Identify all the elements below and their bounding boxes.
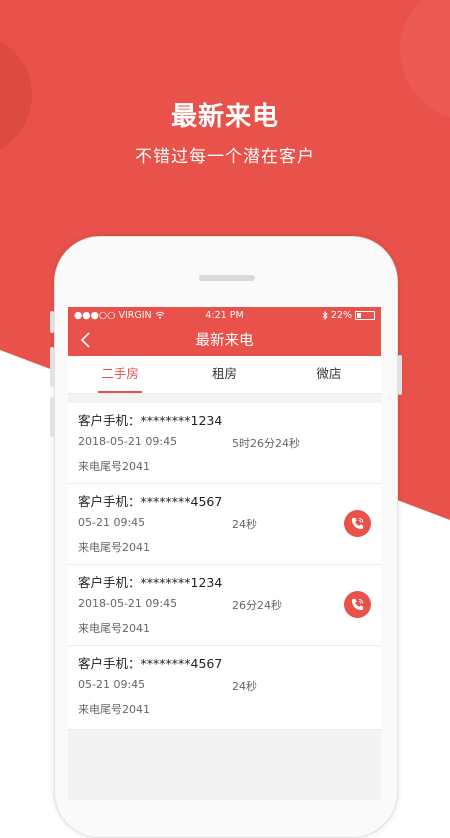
call-button[interactable] bbox=[344, 510, 371, 537]
phone-power-button bbox=[398, 355, 402, 395]
call-datetime: 2018-05-21 09:45 bbox=[78, 597, 178, 610]
nav-title: 最新来电 bbox=[195, 333, 254, 349]
phone-icon bbox=[351, 598, 364, 611]
tab-rent[interactable]: 租房 bbox=[172, 356, 276, 393]
phone-speaker bbox=[199, 275, 255, 281]
call-tail-number: 来电尾号2041 bbox=[78, 460, 150, 473]
call-datetime: 05-21 09:45 bbox=[78, 516, 146, 529]
customer-phone: 客户手机：********4567 bbox=[78, 656, 223, 671]
customer-phone: 客户手机：********4567 bbox=[78, 494, 223, 509]
status-bar: ●●●○○ VIRGIN 4:21 PM 22% bbox=[68, 307, 381, 323]
call-tail-number: 来电尾号2041 bbox=[78, 622, 150, 635]
call-tail-number: 来电尾号2041 bbox=[78, 541, 150, 554]
tab-second-hand[interactable]: 二手房 bbox=[68, 356, 172, 393]
battery-icon bbox=[355, 310, 375, 320]
phone-volume-up-button bbox=[50, 347, 54, 387]
call-item[interactable]: 客户手机：********4567 05-21 09:45 24秒 来电尾号204… bbox=[68, 484, 381, 565]
call-item[interactable]: 客户手机：********1234 2018-05-21 09:45 26分24秒… bbox=[68, 565, 381, 646]
back-icon[interactable] bbox=[76, 330, 96, 350]
call-list: 客户手机：********1234 2018-05-21 09:45 5时26分2… bbox=[68, 403, 381, 730]
call-duration: 24秒 bbox=[232, 680, 257, 693]
app-screen: ●●●○○ VIRGIN 4:21 PM 22% 最新来电 二手房 租房 微店 bbox=[68, 307, 381, 800]
customer-phone: 客户手机：********1234 bbox=[78, 575, 223, 590]
hero-title: 最新来电 bbox=[170, 102, 279, 132]
call-button[interactable] bbox=[344, 591, 371, 618]
wifi-icon bbox=[155, 311, 164, 319]
call-duration: 26分24秒 bbox=[232, 599, 282, 612]
phone-volume-down-button bbox=[50, 397, 54, 437]
call-datetime: 05-21 09:45 bbox=[78, 678, 146, 691]
phone-icon bbox=[351, 517, 364, 530]
customer-phone: 客户手机：********1234 bbox=[78, 413, 223, 428]
call-duration: 24秒 bbox=[232, 518, 257, 531]
call-item[interactable]: 客户手机：********4567 05-21 09:45 24秒 来电尾号204… bbox=[68, 646, 381, 730]
tab-bar: 二手房 租房 微店 bbox=[68, 356, 381, 394]
phone-mute-button bbox=[50, 311, 54, 333]
bluetooth-icon bbox=[322, 310, 328, 320]
call-datetime: 2018-05-21 09:45 bbox=[78, 435, 178, 448]
nav-bar: 最新来电 bbox=[68, 323, 381, 356]
tab-micro-store[interactable]: 微店 bbox=[277, 356, 381, 393]
carrier-label: ●●●○○ VIRGIN bbox=[74, 309, 152, 321]
hero-subtitle: 不错过每一个潜在客户 bbox=[135, 147, 315, 167]
battery-percent: 22% bbox=[330, 309, 352, 321]
call-duration: 5时26分24秒 bbox=[232, 437, 300, 450]
call-item[interactable]: 客户手机：********1234 2018-05-21 09:45 5时26分2… bbox=[68, 403, 381, 484]
call-tail-number: 来电尾号2041 bbox=[78, 703, 150, 716]
